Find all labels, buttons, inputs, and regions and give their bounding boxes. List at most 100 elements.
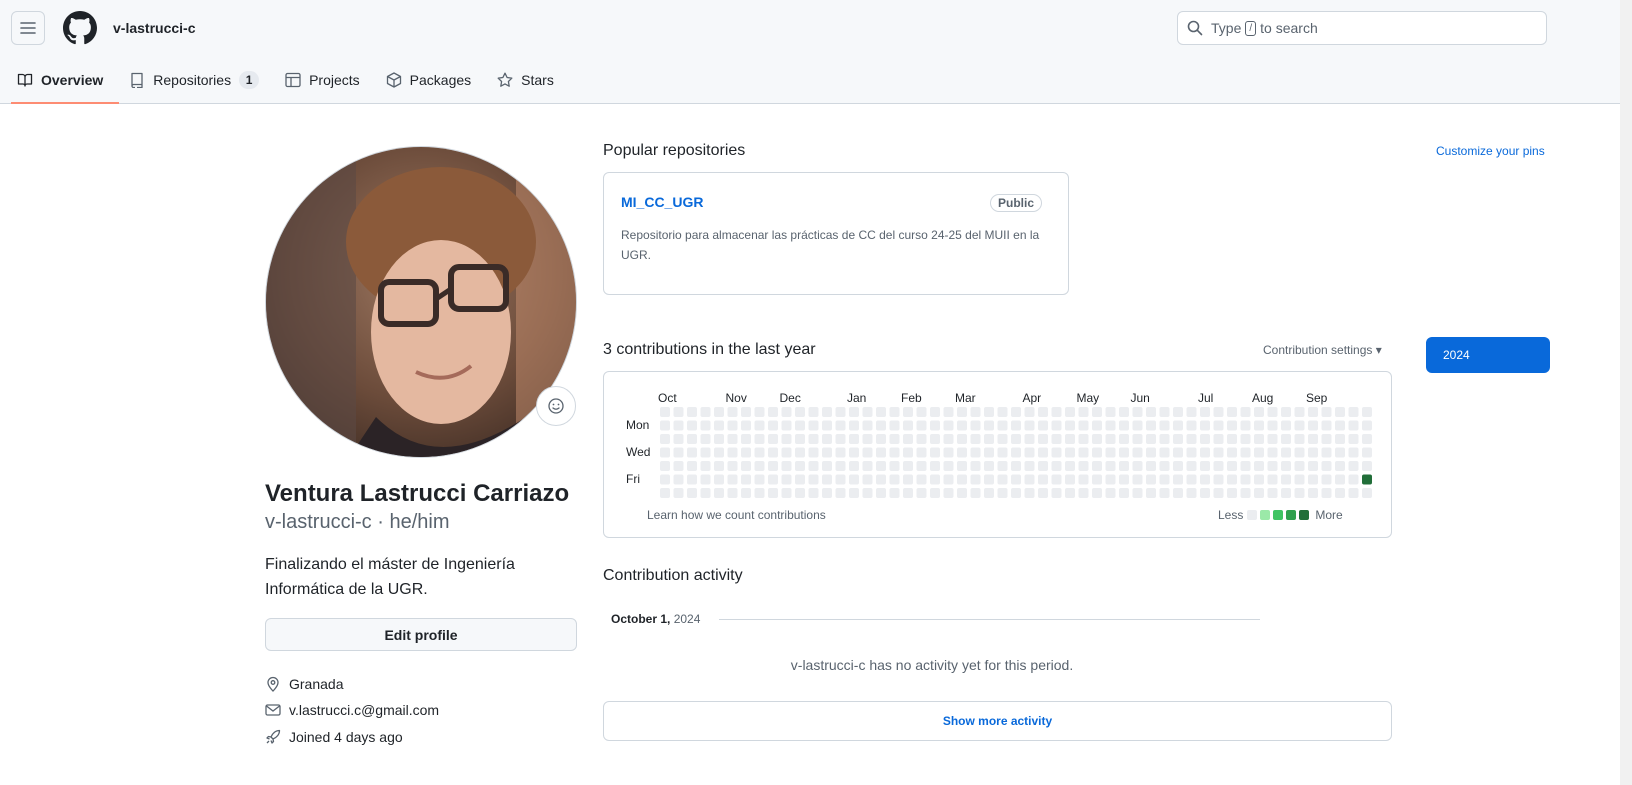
contribution-day-cell[interactable]: [930, 461, 940, 471]
contribution-day-cell[interactable]: [1078, 420, 1089, 431]
contribution-day-cell[interactable]: [1105, 461, 1116, 471]
contribution-day-cell[interactable]: [1281, 488, 1291, 498]
contribution-day-cell[interactable]: [1267, 474, 1278, 485]
contribution-day-cell[interactable]: [1213, 434, 1224, 444]
contribution-day-cell[interactable]: [997, 420, 1008, 431]
contribution-day-cell[interactable]: [984, 407, 994, 417]
contribution-day-cell[interactable]: [1254, 420, 1264, 431]
contribution-day-cell[interactable]: [930, 447, 940, 458]
contribution-day-cell[interactable]: [1200, 447, 1210, 458]
contribution-day-cell[interactable]: [1159, 461, 1170, 471]
contribution-day-cell[interactable]: [849, 420, 859, 431]
contribution-day-cell[interactable]: [1119, 461, 1129, 471]
contribution-day-cell[interactable]: [1200, 407, 1210, 417]
contribution-day-cell[interactable]: [930, 420, 940, 431]
contribution-day-cell[interactable]: [1173, 434, 1183, 444]
contribution-day-cell[interactable]: [1173, 488, 1183, 498]
contribution-day-cell[interactable]: [1132, 474, 1143, 485]
contribution-day-cell[interactable]: [1146, 407, 1156, 417]
contribution-day-cell[interactable]: [970, 447, 981, 458]
contribution-day-cell[interactable]: [1146, 488, 1156, 498]
contribution-day-cell[interactable]: [943, 461, 954, 471]
contribution-day-cell[interactable]: [781, 420, 792, 431]
contribution-day-cell[interactable]: [943, 434, 954, 444]
contribution-day-cell[interactable]: [1227, 447, 1237, 458]
contribution-day-cell[interactable]: [1186, 434, 1197, 444]
contribution-day-cell[interactable]: [1200, 420, 1210, 431]
contribution-day-cell[interactable]: [795, 488, 805, 498]
contribution-day-cell[interactable]: [1159, 434, 1170, 444]
contribution-day-cell[interactable]: [1132, 447, 1143, 458]
contribution-day-cell[interactable]: [1294, 434, 1305, 444]
contribution-day-cell[interactable]: [754, 488, 765, 498]
contribution-day-cell[interactable]: [835, 434, 846, 444]
contribution-day-cell[interactable]: [862, 488, 873, 498]
github-logo-icon[interactable]: [63, 11, 97, 45]
contribution-day-cell[interactable]: [835, 461, 846, 471]
contribution-day-cell[interactable]: [916, 461, 927, 471]
contribution-day-cell[interactable]: [889, 461, 900, 471]
contribution-day-cell[interactable]: [1294, 461, 1305, 471]
contribution-day-cell[interactable]: [1281, 407, 1291, 417]
contribution-day-cell[interactable]: [808, 488, 819, 498]
contribution-day-cell[interactable]: [889, 420, 900, 431]
contribution-day-cell[interactable]: [1267, 447, 1278, 458]
contribution-day-cell[interactable]: [660, 447, 670, 458]
contribution-day-cell[interactable]: [1240, 447, 1251, 458]
contribution-day-cell[interactable]: [808, 474, 819, 485]
customize-pins-link[interactable]: Customize your pins: [1436, 144, 1545, 158]
contribution-day-cell[interactable]: [1065, 488, 1075, 498]
contribution-day-cell[interactable]: [1254, 488, 1264, 498]
contribution-day-cell[interactable]: [1105, 407, 1116, 417]
contribution-day-cell[interactable]: [768, 461, 778, 471]
contribution-day-cell[interactable]: [957, 488, 967, 498]
tab-packages[interactable]: Packages: [386, 62, 479, 98]
contribution-day-cell[interactable]: [822, 488, 832, 498]
contribution-day-cell[interactable]: [822, 447, 832, 458]
contribution-day-cell[interactable]: [1362, 461, 1372, 471]
contribution-day-cell[interactable]: [916, 434, 927, 444]
learn-contributions-link[interactable]: Learn how we count contributions: [647, 508, 826, 522]
contribution-day-cell[interactable]: [984, 474, 994, 485]
contribution-day-cell[interactable]: [970, 488, 981, 498]
contribution-day-cell[interactable]: [1024, 420, 1035, 431]
contribution-day-cell[interactable]: [1132, 488, 1143, 498]
contribution-day-cell[interactable]: [1335, 474, 1345, 485]
contribution-day-cell[interactable]: [1051, 461, 1062, 471]
contribution-day-cell[interactable]: [997, 474, 1008, 485]
contribution-day-cell[interactable]: [1011, 488, 1021, 498]
contribution-day-cell[interactable]: [673, 447, 684, 458]
contribution-day-cell[interactable]: [660, 420, 670, 431]
contribution-day-cell[interactable]: [1213, 420, 1224, 431]
contribution-day-cell[interactable]: [1051, 420, 1062, 431]
contribution-day-cell[interactable]: [1308, 488, 1318, 498]
contribution-day-cell[interactable]: [700, 461, 711, 471]
contribution-day-cell[interactable]: [1308, 407, 1318, 417]
contribution-day-cell[interactable]: [1335, 407, 1345, 417]
breadcrumb-username[interactable]: v-lastrucci-c: [113, 20, 195, 36]
contribution-day-cell[interactable]: [1011, 447, 1021, 458]
contribution-day-cell[interactable]: [754, 474, 765, 485]
contribution-day-cell[interactable]: [1024, 434, 1035, 444]
contribution-day-cell[interactable]: [822, 461, 832, 471]
contribution-day-cell[interactable]: [957, 474, 967, 485]
contribution-day-cell[interactable]: [754, 461, 765, 471]
contribution-day-cell[interactable]: [1348, 461, 1359, 471]
contribution-day-cell[interactable]: [808, 407, 819, 417]
contribution-day-cell[interactable]: [1281, 434, 1291, 444]
contribution-day-cell[interactable]: [903, 434, 913, 444]
contribution-day-cell[interactable]: [1240, 434, 1251, 444]
contribution-day-cell[interactable]: [862, 447, 873, 458]
year-2024-button[interactable]: 2024: [1426, 337, 1550, 373]
contribution-day-cell[interactable]: [1105, 474, 1116, 485]
contribution-day-cell[interactable]: [1011, 434, 1021, 444]
contribution-day-cell[interactable]: [768, 407, 778, 417]
contribution-day-cell[interactable]: [1240, 420, 1251, 431]
contribution-day-cell[interactable]: [889, 407, 900, 417]
contribution-day-cell[interactable]: [1065, 407, 1075, 417]
contribution-day-cell[interactable]: [970, 474, 981, 485]
contribution-day-cell[interactable]: [1132, 434, 1143, 444]
contribution-day-cell[interactable]: [903, 461, 913, 471]
contribution-day-cell[interactable]: [754, 447, 765, 458]
contribution-day-cell[interactable]: [1065, 474, 1075, 485]
